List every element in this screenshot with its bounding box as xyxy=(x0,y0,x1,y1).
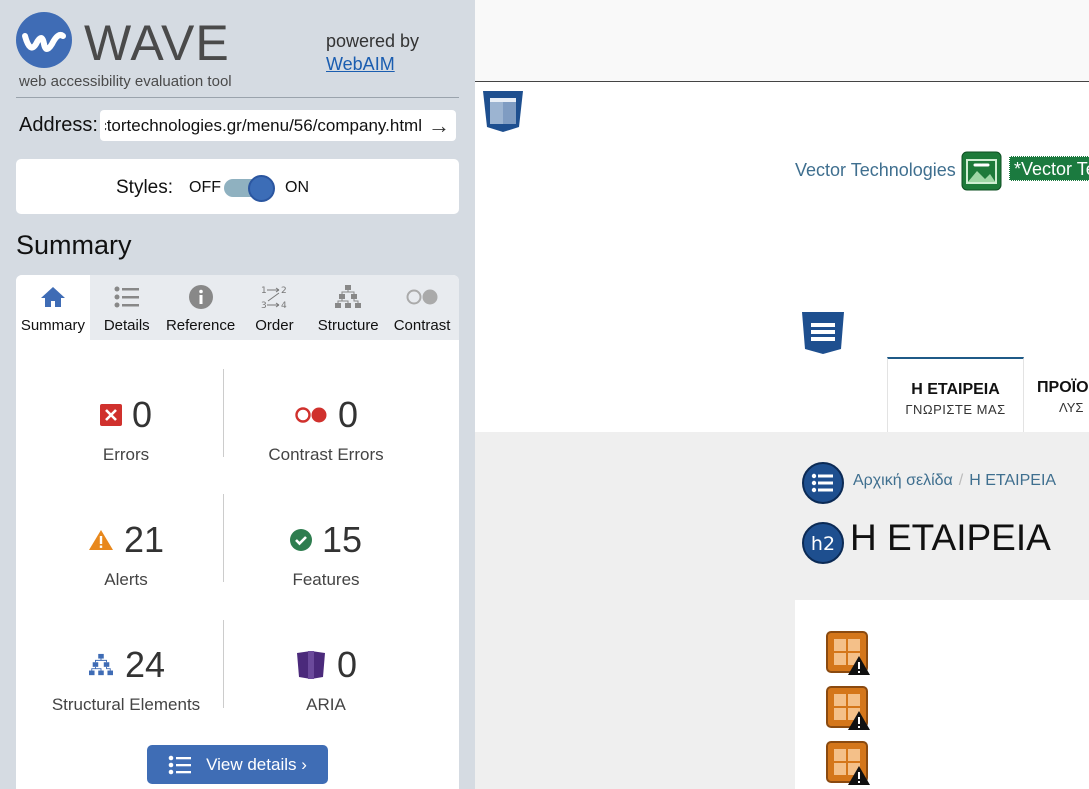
tab-label: Structure xyxy=(317,317,379,334)
breadcrumb-separator: / xyxy=(958,472,964,489)
structure-element-icon xyxy=(88,653,113,676)
powered-by-text: powered by xyxy=(326,31,420,51)
html5-document-icon[interactable] xyxy=(481,89,525,138)
structural-stat[interactable]: 24 Structural Elements xyxy=(26,643,226,715)
error-icon xyxy=(99,404,122,426)
arrow-right-icon[interactable]: → xyxy=(428,113,450,139)
aria-label: ARIA xyxy=(306,695,346,714)
stat-divider xyxy=(223,369,224,457)
nav-item-company[interactable]: Η ΕΤΑΙΡΕΙΑ ΓΝΩΡΙΣΤΕ ΜΑΣ xyxy=(887,357,1024,433)
layout-table-alert-icon[interactable] xyxy=(826,631,872,682)
tab-order[interactable]: 1 2 3 4 Order xyxy=(237,275,311,340)
tab-label: Order xyxy=(255,317,294,334)
list-icon xyxy=(168,755,192,774)
address-input[interactable] xyxy=(100,115,422,136)
list-icon xyxy=(90,284,164,310)
vector-technologies-link[interactable]: Vector Technologies xyxy=(795,160,956,181)
tab-details[interactable]: Details xyxy=(90,275,164,340)
nav-item-subtitle: ΓΝΩΡΙΣΤΕ ΜΑΣ xyxy=(905,402,1006,417)
wave-logo-text: WAVE xyxy=(84,15,230,71)
header-divider xyxy=(16,97,459,98)
page-heading: Η ΕΤΑΙΡΕΙΑ xyxy=(850,517,1051,558)
view-details-label: View details › xyxy=(206,754,307,774)
styles-label: Styles: xyxy=(116,177,174,198)
webaim-link[interactable]: WebAIM xyxy=(326,54,395,75)
info-icon xyxy=(164,284,238,310)
tab-label: Reference xyxy=(165,317,236,334)
layout-table-alert-icon[interactable] xyxy=(826,686,872,737)
features-label: Features xyxy=(292,570,360,589)
structural-count: 24 xyxy=(124,644,166,685)
tab-reference[interactable]: Reference xyxy=(164,275,238,340)
summary-heading: Summary xyxy=(16,230,132,260)
svg-text:2: 2 xyxy=(281,286,287,296)
nav-item-title: ΠΡΟΪΟ xyxy=(1037,379,1089,396)
address-label: Address: xyxy=(19,114,98,136)
linked-image-icon[interactable] xyxy=(961,151,1002,196)
wave-logo-icon xyxy=(16,12,72,68)
alert-icon xyxy=(88,530,113,550)
aria-count: 0 xyxy=(336,644,358,685)
styles-off-label: OFF xyxy=(189,179,221,196)
address-field: → xyxy=(100,110,456,141)
alerts-count: 21 xyxy=(123,519,165,560)
contrast-icon xyxy=(385,284,459,310)
stat-divider xyxy=(223,494,224,582)
svg-text:h2: h2 xyxy=(811,533,835,555)
errors-stat[interactable]: 0 Errors xyxy=(26,393,226,465)
page-top-bar xyxy=(475,0,1089,82)
summary-panel: Summary Details Reference 1 2 3 4 Order Str… xyxy=(16,275,459,789)
alerts-stat[interactable]: 21 Alerts xyxy=(26,518,226,590)
nav-item-title: Η ΕΤΑΙΡΕΙΑ xyxy=(911,381,1000,398)
view-details-button[interactable]: View details › xyxy=(147,745,328,784)
aria-icon xyxy=(296,651,325,679)
svg-text:3: 3 xyxy=(261,301,267,310)
errors-label: Errors xyxy=(102,445,150,464)
styles-on-label: ON xyxy=(285,179,309,196)
structural-label: Structural Elements xyxy=(51,695,201,714)
tab-label: Details xyxy=(103,317,150,334)
home-icon xyxy=(16,284,90,310)
tab-label: Summary xyxy=(20,317,85,334)
nav-item-products[interactable]: ΠΡΟΪΟ ΛΥΣ xyxy=(1037,357,1089,433)
aria-stat[interactable]: 0 ARIA xyxy=(226,643,426,715)
contrast-error-icon xyxy=(295,407,327,423)
feature-check-icon xyxy=(289,529,312,551)
order-icon: 1 2 3 4 xyxy=(237,284,311,310)
breadcrumb-current[interactable]: Η ΕΤΑΙΡΕΙΑ xyxy=(969,472,1056,489)
alerts-label: Alerts xyxy=(104,570,148,589)
navigation-list-icon[interactable] xyxy=(801,311,845,360)
svg-text:4: 4 xyxy=(281,301,287,310)
ordered-list-icon[interactable] xyxy=(802,462,844,509)
tab-summary[interactable]: Summary xyxy=(16,275,90,340)
tab-structure[interactable]: Structure xyxy=(311,275,385,340)
page-preview: Vector Technologies *Vector Te Η ΕΤΑΙΡΕΙ… xyxy=(475,0,1089,789)
features-count: 15 xyxy=(321,519,363,560)
wave-tagline: web accessibility evaluation tool xyxy=(19,73,232,90)
alt-text-tag: *Vector Te xyxy=(1009,156,1089,181)
panel-tabs: Summary Details Reference 1 2 3 4 Order Str… xyxy=(16,275,459,340)
tab-contrast[interactable]: Contrast xyxy=(385,275,459,340)
tab-label: Contrast xyxy=(393,317,451,334)
wave-sidebar: WAVE web accessibility evaluation tool p… xyxy=(0,0,475,789)
styles-toggle-knob[interactable] xyxy=(248,175,275,202)
contrast-errors-label: Contrast Errors xyxy=(268,445,384,464)
features-stat[interactable]: 15 Features xyxy=(226,518,426,590)
breadcrumb: Αρχική σελίδα / Η ΕΤΑΙΡΕΙΑ xyxy=(853,472,1056,490)
svg-text:1: 1 xyxy=(261,286,267,296)
styles-toggle-card: Styles: OFF ON xyxy=(16,159,459,214)
layout-table-alert-icon[interactable] xyxy=(826,741,872,789)
contrast-errors-count: 0 xyxy=(337,394,359,435)
structure-icon xyxy=(311,284,385,310)
nav-item-subtitle: ΛΥΣ xyxy=(1059,400,1084,415)
errors-count: 0 xyxy=(131,394,153,435)
heading-h2-icon[interactable]: h2 xyxy=(802,522,844,569)
stat-divider xyxy=(223,620,224,708)
contrast-errors-stat[interactable]: 0 Contrast Errors xyxy=(226,393,426,465)
breadcrumb-home-link[interactable]: Αρχική σελίδα xyxy=(853,472,953,489)
